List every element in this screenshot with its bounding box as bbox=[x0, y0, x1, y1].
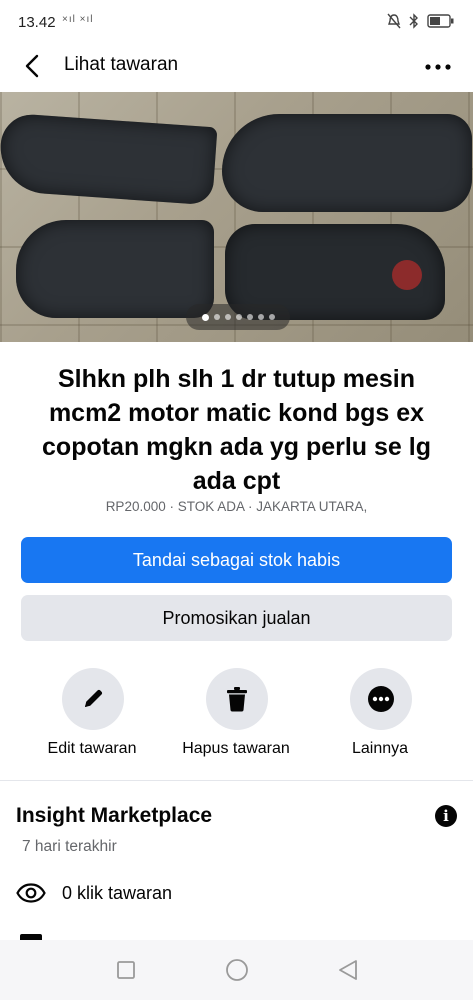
recent-apps-button[interactable] bbox=[106, 950, 146, 990]
edit-listing-label: Edit tawaran bbox=[47, 740, 137, 757]
mute-icon bbox=[387, 13, 401, 29]
edit-listing-button[interactable] bbox=[62, 668, 124, 730]
delete-listing-label: Hapus tawaran bbox=[182, 740, 290, 757]
home-button[interactable] bbox=[217, 950, 257, 990]
app-header: Lihat tawaran bbox=[0, 44, 473, 90]
carousel-dot[interactable] bbox=[201, 313, 209, 321]
status-icons bbox=[387, 13, 455, 29]
eye-icon bbox=[16, 883, 46, 903]
more-options-button[interactable] bbox=[423, 52, 453, 82]
mark-out-of-stock-button[interactable]: Tandai sebagai stok habis bbox=[21, 537, 452, 583]
more-actions[interactable]: Lainnya bbox=[305, 668, 455, 764]
more-actions-button[interactable] bbox=[350, 668, 412, 730]
more-icon bbox=[368, 686, 394, 712]
status-bar: 13.42 ×ıl ×ıl bbox=[0, 0, 473, 44]
insights-title: Insight Marketplace bbox=[16, 804, 213, 827]
square-icon bbox=[116, 961, 135, 979]
delete-listing-button[interactable] bbox=[206, 668, 268, 730]
edit-listing-action[interactable]: Edit tawaran bbox=[17, 668, 167, 764]
carousel-dot[interactable] bbox=[268, 314, 275, 320]
carousel-dot[interactable] bbox=[224, 314, 231, 320]
bluetooth-icon bbox=[409, 13, 418, 29]
battery-icon bbox=[427, 14, 454, 28]
promote-listing-button[interactable]: Promosikan jualan bbox=[21, 595, 452, 641]
photo-part-emblem bbox=[392, 260, 422, 290]
carousel-dot[interactable] bbox=[213, 314, 220, 320]
listing-meta: RP20.000 · STOK ADA · JAKARTA UTARA, bbox=[105, 499, 368, 514]
back-button[interactable] bbox=[18, 50, 46, 82]
more-horizontal-icon bbox=[425, 64, 451, 70]
photo-part-top-left bbox=[0, 112, 218, 206]
page-title: Lihat tawaran bbox=[64, 54, 179, 75]
listing-clicks-stat: 0 klik tawaran bbox=[62, 882, 173, 903]
photo-part-bottom-left bbox=[16, 220, 214, 318]
carousel-dot[interactable] bbox=[257, 314, 264, 320]
section-divider bbox=[0, 780, 473, 781]
carousel-dot[interactable] bbox=[246, 314, 253, 320]
trash-icon bbox=[227, 687, 247, 712]
photo-part-top-right bbox=[222, 114, 472, 212]
insights-subtitle: 7 hari terakhir bbox=[22, 838, 117, 855]
stat-row-listing-clicks: 0 klik tawaran bbox=[16, 876, 172, 910]
signal-indicator: ×ıl ×ıl bbox=[62, 14, 94, 25]
more-actions-label: Lainnya bbox=[351, 740, 409, 757]
circle-icon bbox=[225, 959, 248, 981]
system-navigation-bar bbox=[0, 940, 473, 1000]
delete-listing-action[interactable]: Hapus tawaran bbox=[161, 668, 311, 764]
triangle-back-icon bbox=[338, 960, 357, 980]
chevron-left-icon bbox=[25, 54, 39, 78]
pencil-icon bbox=[85, 689, 103, 707]
status-time: 13.42 bbox=[18, 14, 56, 31]
listing-title: Slhkn plh slh 1 dr tutup mesin mcm2 moto… bbox=[42, 365, 431, 495]
carousel-dot[interactable] bbox=[235, 314, 242, 320]
carousel-indicator bbox=[186, 304, 290, 330]
system-back-button[interactable] bbox=[328, 950, 368, 990]
info-icon[interactable]: i bbox=[435, 805, 457, 827]
